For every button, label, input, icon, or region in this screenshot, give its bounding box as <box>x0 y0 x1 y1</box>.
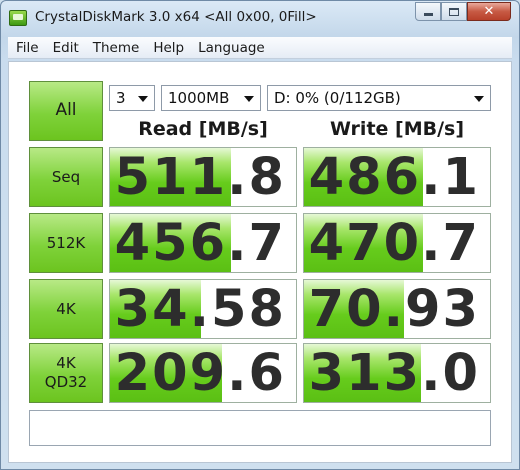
4k-write-result: 70.93 <box>303 279 491 339</box>
write-value: 470.7 <box>308 214 480 273</box>
seq-test-button[interactable]: Seq <box>29 147 103 207</box>
read-value: 209.6 <box>114 344 286 403</box>
test-size-select[interactable]: 1000MB <box>161 85 261 111</box>
chevron-down-icon <box>244 96 254 102</box>
test-count-value: 3 <box>116 89 126 107</box>
write-value: 486.1 <box>308 148 480 207</box>
read-header: Read [MB/s] <box>138 118 268 140</box>
512k-test-button[interactable]: 512K <box>29 213 103 273</box>
minimize-button[interactable] <box>415 2 441 21</box>
4k-qd32-write-result: 313.0 <box>303 343 491 403</box>
4k-read-result: 34.58 <box>109 279 297 339</box>
chevron-down-icon <box>138 96 148 102</box>
maximize-button[interactable] <box>441 2 467 21</box>
test-label: 4K <box>56 299 76 318</box>
drive-value: D: 0% (0/112GB) <box>274 89 401 107</box>
test-count-select[interactable]: 3 <box>109 85 155 111</box>
chevron-down-icon <box>474 96 484 102</box>
test-label: 4K QD32 <box>44 354 88 391</box>
write-value: 313.0 <box>308 344 480 403</box>
seq-read-result: 511.8 <box>109 147 297 207</box>
minimize-icon <box>423 13 433 16</box>
write-header: Write [MB/s] <box>329 118 465 140</box>
menu-help[interactable]: Help <box>153 40 184 56</box>
test-label: 512K <box>46 233 86 252</box>
menu-theme[interactable]: Theme <box>93 40 140 56</box>
menu-file[interactable]: File <box>16 40 39 56</box>
menu-edit[interactable]: Edit <box>53 40 79 56</box>
seq-write-result: 486.1 <box>303 147 491 207</box>
run-all-label: All <box>55 100 77 121</box>
4k-qd32-test-button[interactable]: 4K QD32 <box>29 343 103 403</box>
4k-qd32-read-result: 209.6 <box>109 343 297 403</box>
test-label: Seq <box>51 167 81 186</box>
caption-buttons: ✕ <box>415 2 511 21</box>
comment-field[interactable] <box>29 410 491 446</box>
drive-select[interactable]: D: 0% (0/112GB) <box>267 85 491 111</box>
4k-test-button[interactable]: 4K <box>29 279 103 339</box>
512k-read-result: 456.7 <box>109 213 297 273</box>
write-value: 70.93 <box>308 280 480 339</box>
read-value: 511.8 <box>114 148 286 207</box>
window-title: CrystalDiskMark 3.0 x64 <All 0x00, 0Fill… <box>35 9 317 25</box>
menu-language[interactable]: Language <box>198 40 265 56</box>
512k-write-result: 470.7 <box>303 213 491 273</box>
app-window: CrystalDiskMark 3.0 x64 <All 0x00, 0Fill… <box>0 0 520 470</box>
title-bar[interactable]: CrystalDiskMark 3.0 x64 <All 0x00, 0Fill… <box>1 1 519 35</box>
close-icon: ✕ <box>483 4 495 19</box>
maximize-icon <box>449 7 459 16</box>
read-value: 456.7 <box>114 214 286 273</box>
close-button[interactable]: ✕ <box>467 2 511 21</box>
run-all-button[interactable]: All <box>29 81 103 141</box>
app-icon <box>9 10 27 26</box>
read-value: 34.58 <box>114 280 286 339</box>
menu-bar: File Edit Theme Help Language <box>8 37 512 59</box>
test-size-value: 1000MB <box>168 89 230 107</box>
